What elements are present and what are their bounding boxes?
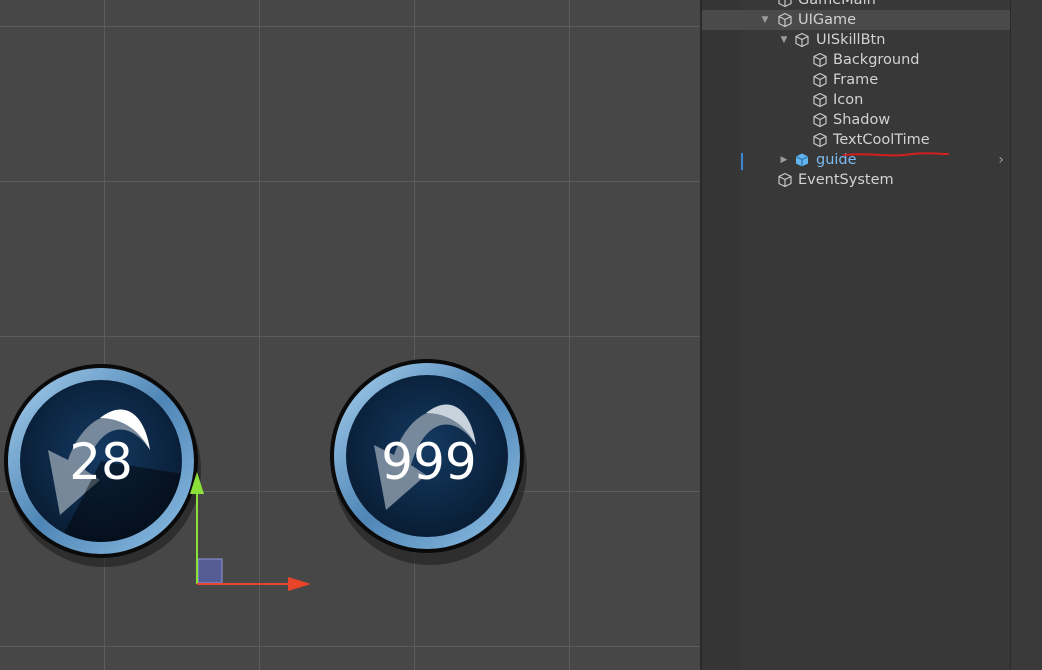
hierarchy-item-frame[interactable]: Frame <box>702 70 1010 90</box>
gameobject-cube-icon <box>813 72 827 88</box>
hierarchy-item-label: Background <box>833 52 920 68</box>
expand-arrow-icon[interactable]: ▼ <box>758 10 772 30</box>
skill-button-1[interactable]: 28 <box>4 364 201 567</box>
gizmo-plane-handle[interactable] <box>197 558 223 584</box>
gameobject-cube-icon <box>795 32 809 48</box>
hierarchy-item-label: EventSystem <box>798 172 894 188</box>
scene-view[interactable]: 28 999 <box>0 0 700 670</box>
hierarchy-item-label: GameMain <box>798 0 876 8</box>
cooldown-text: 28 <box>69 433 133 491</box>
gameobject-cube-icon <box>813 132 827 148</box>
cooldown-text: 999 <box>381 433 476 491</box>
gameobject-cube-icon <box>813 52 827 68</box>
hierarchy-scrollbar[interactable] <box>1010 0 1042 670</box>
hierarchy-item-label: Shadow <box>833 112 891 128</box>
gameobject-cube-icon <box>778 12 792 28</box>
hierarchy-item-label: Frame <box>833 72 879 88</box>
selection-marker <box>741 153 743 170</box>
expand-arrow-icon[interactable]: ▼ <box>777 30 791 50</box>
hierarchy-item-label: Icon <box>833 92 864 108</box>
hierarchy-item-uiskillbtn[interactable]: ▼ UISkillBtn <box>702 30 1010 50</box>
hierarchy-item-label: UIGame <box>798 12 857 28</box>
scene-canvas[interactable]: 28 999 <box>0 0 700 670</box>
hierarchy-item-background[interactable]: Background <box>702 50 1010 70</box>
gameobject-cube-icon <box>778 0 792 8</box>
expand-arrow-icon[interactable]: ▶ <box>777 150 791 170</box>
hierarchy-panel: GameMain ▼ UIGame ▼ UISkillBtn Backgroun… <box>702 0 1010 670</box>
skill-button-2[interactable]: 999 <box>330 359 527 565</box>
hierarchy-item-gamemain[interactable]: GameMain <box>702 0 1010 10</box>
gameobject-cube-icon <box>813 112 827 128</box>
gameobject-cube-icon <box>778 172 792 188</box>
prefab-cube-icon <box>795 153 809 167</box>
scene-grid <box>0 0 700 670</box>
gizmo-x-arrow-icon[interactable] <box>288 577 311 591</box>
gameobject-cube-icon <box>813 92 827 108</box>
hierarchy-item-label: UISkillBtn <box>816 32 886 48</box>
hierarchy-item-shadow[interactable]: Shadow <box>702 110 1010 130</box>
move-gizmo[interactable] <box>190 472 311 591</box>
hierarchy-item-uigame[interactable]: ▼ UIGame <box>702 10 1010 30</box>
hierarchy-item-icon[interactable]: Icon <box>702 90 1010 110</box>
hierarchy-item-eventsystem[interactable]: EventSystem <box>702 170 1010 190</box>
chevron-right-icon[interactable]: › <box>998 150 1004 170</box>
red-underline-annotation <box>843 152 949 157</box>
